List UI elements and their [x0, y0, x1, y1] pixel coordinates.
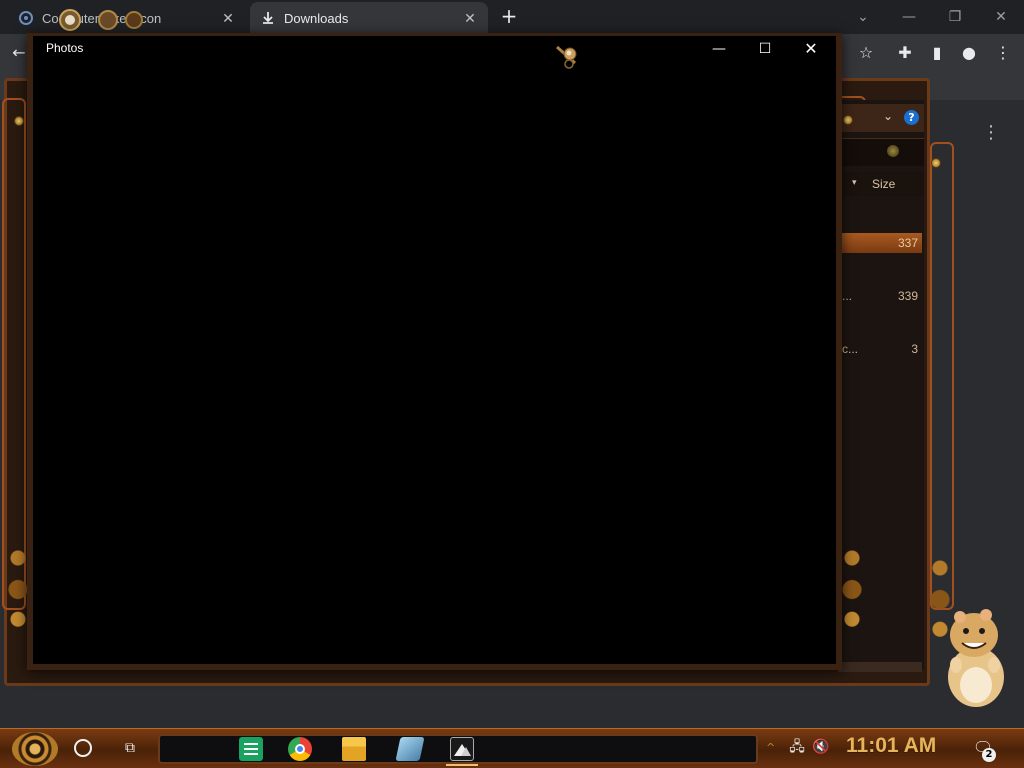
paper-app-icon[interactable] [395, 737, 425, 761]
active-app-indicator [446, 764, 478, 766]
tab-close-icon[interactable]: ✕ [462, 10, 478, 27]
brass-bolt-icon [843, 115, 853, 125]
brass-bolt-icon [14, 116, 24, 126]
task-view-icon[interactable]: ⧉ [121, 740, 139, 756]
row-size: 3 [911, 342, 918, 356]
browser-close-button[interactable]: ✕ [990, 6, 1012, 28]
row-name: ... [842, 289, 853, 303]
bookmark-star-icon[interactable]: ☆ [855, 42, 877, 64]
tray-overflow-chevron-icon[interactable]: ^ [766, 741, 776, 755]
side-panel-icon[interactable]: ▮ [926, 42, 948, 64]
tab-downloads[interactable]: Downloads ✕ [250, 2, 488, 34]
column-size-label[interactable]: Size [872, 177, 895, 191]
extensions-puzzle-icon[interactable]: ✚ [894, 42, 916, 64]
browser-minimize-button[interactable]: — [898, 6, 920, 28]
explorer-search-bar[interactable] [838, 138, 924, 166]
close-button[interactable]: ✕ [796, 38, 826, 60]
new-tab-button[interactable]: + [498, 6, 520, 28]
file-explorer-app-icon[interactable] [342, 737, 366, 761]
maximize-button[interactable]: ☐ [750, 38, 780, 60]
photos-app-icon[interactable] [450, 737, 474, 761]
browser-menu-icon[interactable]: ⋮ [992, 42, 1014, 64]
tab-search-chevron-icon[interactable]: ⌄ [852, 6, 874, 28]
row-size: 339 [897, 289, 918, 303]
chrome-app-icon[interactable] [288, 737, 312, 761]
network-icon[interactable]: 🖧 [788, 738, 806, 756]
google-sheets-app-icon[interactable] [239, 737, 263, 761]
downloads-more-menu-icon[interactable]: ⋮ [982, 122, 1000, 144]
help-icon[interactable]: ? [904, 110, 919, 125]
tab-close-icon[interactable]: ✕ [220, 10, 236, 27]
tab-title: Downloads [284, 10, 349, 26]
sort-arrow-icon[interactable]: ▾ [852, 177, 857, 188]
taskbar-clock[interactable]: 11:01 AM [846, 734, 936, 758]
brass-frame-far-right [930, 142, 954, 610]
gear-decoration-icon [59, 9, 143, 31]
gear-cluster-icon [838, 540, 866, 630]
dragonfly-cursor-icon [556, 45, 577, 69]
search-orb-icon[interactable] [887, 145, 899, 157]
row-size: 337 [897, 236, 918, 250]
search-circle-icon[interactable] [74, 739, 92, 757]
site-favicon-icon [18, 10, 34, 26]
row-name: c... [842, 342, 859, 356]
download-icon [260, 10, 276, 26]
profile-icon[interactable]: ● [958, 42, 980, 64]
brass-bolt-icon [931, 158, 941, 168]
column-header[interactable]: ▾ Size [838, 172, 924, 196]
notification-count-badge: 2 [982, 748, 996, 762]
hamster-mascot-icon[interactable] [940, 605, 1010, 709]
volume-muted-icon[interactable]: 🔇 [812, 738, 830, 756]
ribbon-expand-chevron-icon[interactable]: ⌄ [881, 109, 895, 125]
photos-window[interactable] [27, 33, 842, 670]
horizontal-scrollbar[interactable] [838, 662, 922, 672]
minimize-button[interactable]: — [704, 38, 734, 60]
window-title: Photos [46, 41, 84, 55]
brass-frame-left [2, 98, 26, 610]
browser-restore-button[interactable]: ❐ [944, 6, 966, 28]
start-button[interactable] [12, 732, 58, 766]
